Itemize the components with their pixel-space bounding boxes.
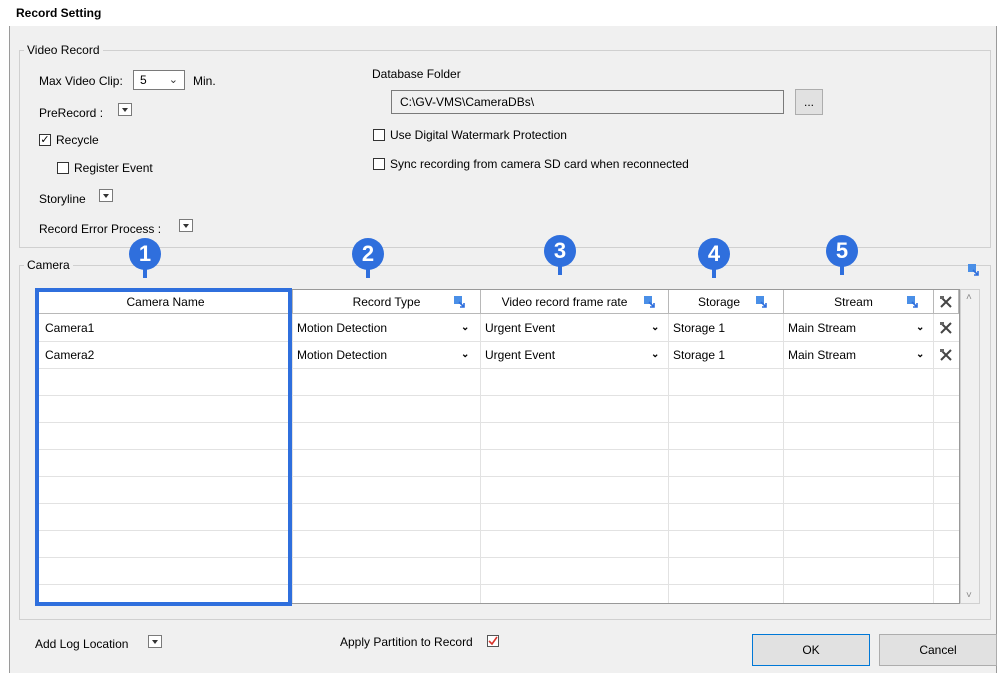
ok-button[interactable]: OK <box>752 634 870 666</box>
stream-cell[interactable]: Main Stream <box>788 315 856 341</box>
record-type-cell[interactable]: Motion Detection <box>297 342 387 368</box>
chevron-down-icon[interactable]: ⌄ <box>461 349 469 360</box>
record-error-process-label: Record Error Process : <box>39 222 162 236</box>
storyline-label: Storyline <box>39 192 86 206</box>
column-divider <box>292 314 293 603</box>
prerecord-dropdown-icon[interactable] <box>118 103 132 116</box>
column-divider <box>933 314 934 603</box>
chevron-down-icon[interactable]: ⌄ <box>651 322 659 333</box>
add-log-location-label: Add Log Location <box>35 637 129 651</box>
max-video-clip-unit: Min. <box>193 74 216 88</box>
column-header-record-type[interactable]: Record Type <box>293 290 481 314</box>
chevron-down-icon[interactable]: ⌄ <box>916 349 924 360</box>
callout-stem <box>558 265 562 275</box>
max-video-clip-select[interactable]: 5 ⌄ <box>133 70 185 90</box>
database-folder-input[interactable]: C:\GV-VMS\CameraDBs\ <box>391 90 784 114</box>
apply-to-all-icon[interactable] <box>967 263 980 276</box>
recycle-checkbox[interactable]: ✓ <box>39 134 51 146</box>
chevron-down-icon[interactable]: ⌄ <box>916 322 924 333</box>
callout-badge: 5 <box>826 235 858 267</box>
scroll-up-icon[interactable]: ˄ <box>966 292 972 303</box>
callout-stem <box>143 268 147 278</box>
callout-stem <box>840 265 844 275</box>
storage-header-label: Storage <box>697 295 741 309</box>
column-divider <box>783 314 784 603</box>
sync-sd-checkbox[interactable] <box>373 158 385 170</box>
database-folder-value: C:\GV-VMS\CameraDBs\ <box>400 95 535 109</box>
callout-stem <box>712 268 716 278</box>
scroll-down-icon[interactable]: ˅ <box>966 590 972 601</box>
record-type-header-label: Record Type <box>352 295 421 309</box>
tools-icon[interactable] <box>939 321 953 335</box>
checkmark-icon <box>488 636 498 646</box>
recycle-label: Recycle <box>56 133 99 147</box>
camera-name-highlight <box>35 288 292 606</box>
title-bar <box>9 0 997 26</box>
column-header-frame-rate[interactable]: Video record frame rate <box>481 290 669 314</box>
stream-header-label: Stream <box>834 295 873 309</box>
video-record-legend: Video Record <box>27 43 100 57</box>
chevron-down-icon[interactable]: ⌄ <box>461 322 469 333</box>
apply-to-all-icon[interactable] <box>643 295 656 308</box>
column-divider <box>480 314 481 603</box>
database-folder-label: Database Folder <box>372 67 461 81</box>
callout-badge: 4 <box>698 238 730 270</box>
window-title: Record Setting <box>16 6 102 20</box>
callout-badge: 1 <box>129 238 161 270</box>
add-log-dropdown-icon[interactable] <box>148 635 162 648</box>
record-type-cell[interactable]: Motion Detection <box>297 315 387 341</box>
prerecord-label: PreRecord : <box>39 106 104 120</box>
max-video-clip-value: 5 <box>140 73 147 87</box>
browse-folder-button[interactable]: ... <box>795 89 823 115</box>
sync-sd-label: Sync recording from camera SD card when … <box>390 157 689 171</box>
storage-cell[interactable]: Storage 1 <box>673 342 725 368</box>
apply-to-all-icon[interactable] <box>906 295 919 308</box>
callout-stem <box>366 268 370 278</box>
callout-badge: 3 <box>544 235 576 267</box>
frame-rate-cell[interactable]: Urgent Event <box>485 315 555 341</box>
apply-partition-label: Apply Partition to Record <box>340 635 473 649</box>
apply-to-all-icon[interactable] <box>453 295 466 308</box>
register-event-label: Register Event <box>74 161 153 175</box>
checkmark-icon: ✓ <box>40 134 50 146</box>
chevron-down-icon: ⌄ <box>168 74 178 86</box>
watermark-checkbox[interactable] <box>373 129 385 141</box>
watermark-label: Use Digital Watermark Protection <box>390 128 567 142</box>
max-video-clip-label: Max Video Clip: <box>39 74 123 88</box>
chevron-down-icon[interactable]: ⌄ <box>651 349 659 360</box>
table-scrollbar[interactable]: ˄ ˅ <box>960 289 980 604</box>
stream-cell[interactable]: Main Stream <box>788 342 856 368</box>
cancel-button[interactable]: Cancel <box>879 634 997 666</box>
callout-badge: 2 <box>352 238 384 270</box>
tools-icon[interactable] <box>939 348 953 362</box>
tools-icon <box>940 296 952 308</box>
apply-to-all-icon[interactable] <box>755 295 768 308</box>
column-divider <box>668 314 669 603</box>
frame-rate-header-label: Video record frame rate <box>501 295 628 309</box>
storyline-dropdown-icon[interactable] <box>99 189 113 202</box>
storage-cell[interactable]: Storage 1 <box>673 315 725 341</box>
apply-partition-checkbox[interactable] <box>487 635 499 647</box>
register-event-checkbox[interactable] <box>57 162 69 174</box>
frame-rate-cell[interactable]: Urgent Event <box>485 342 555 368</box>
column-header-stream[interactable]: Stream <box>784 290 934 314</box>
camera-legend: Camera <box>27 258 70 272</box>
record-error-dropdown-icon[interactable] <box>179 219 193 232</box>
column-header-storage[interactable]: Storage <box>669 290 784 314</box>
column-header-tools[interactable] <box>934 290 959 314</box>
